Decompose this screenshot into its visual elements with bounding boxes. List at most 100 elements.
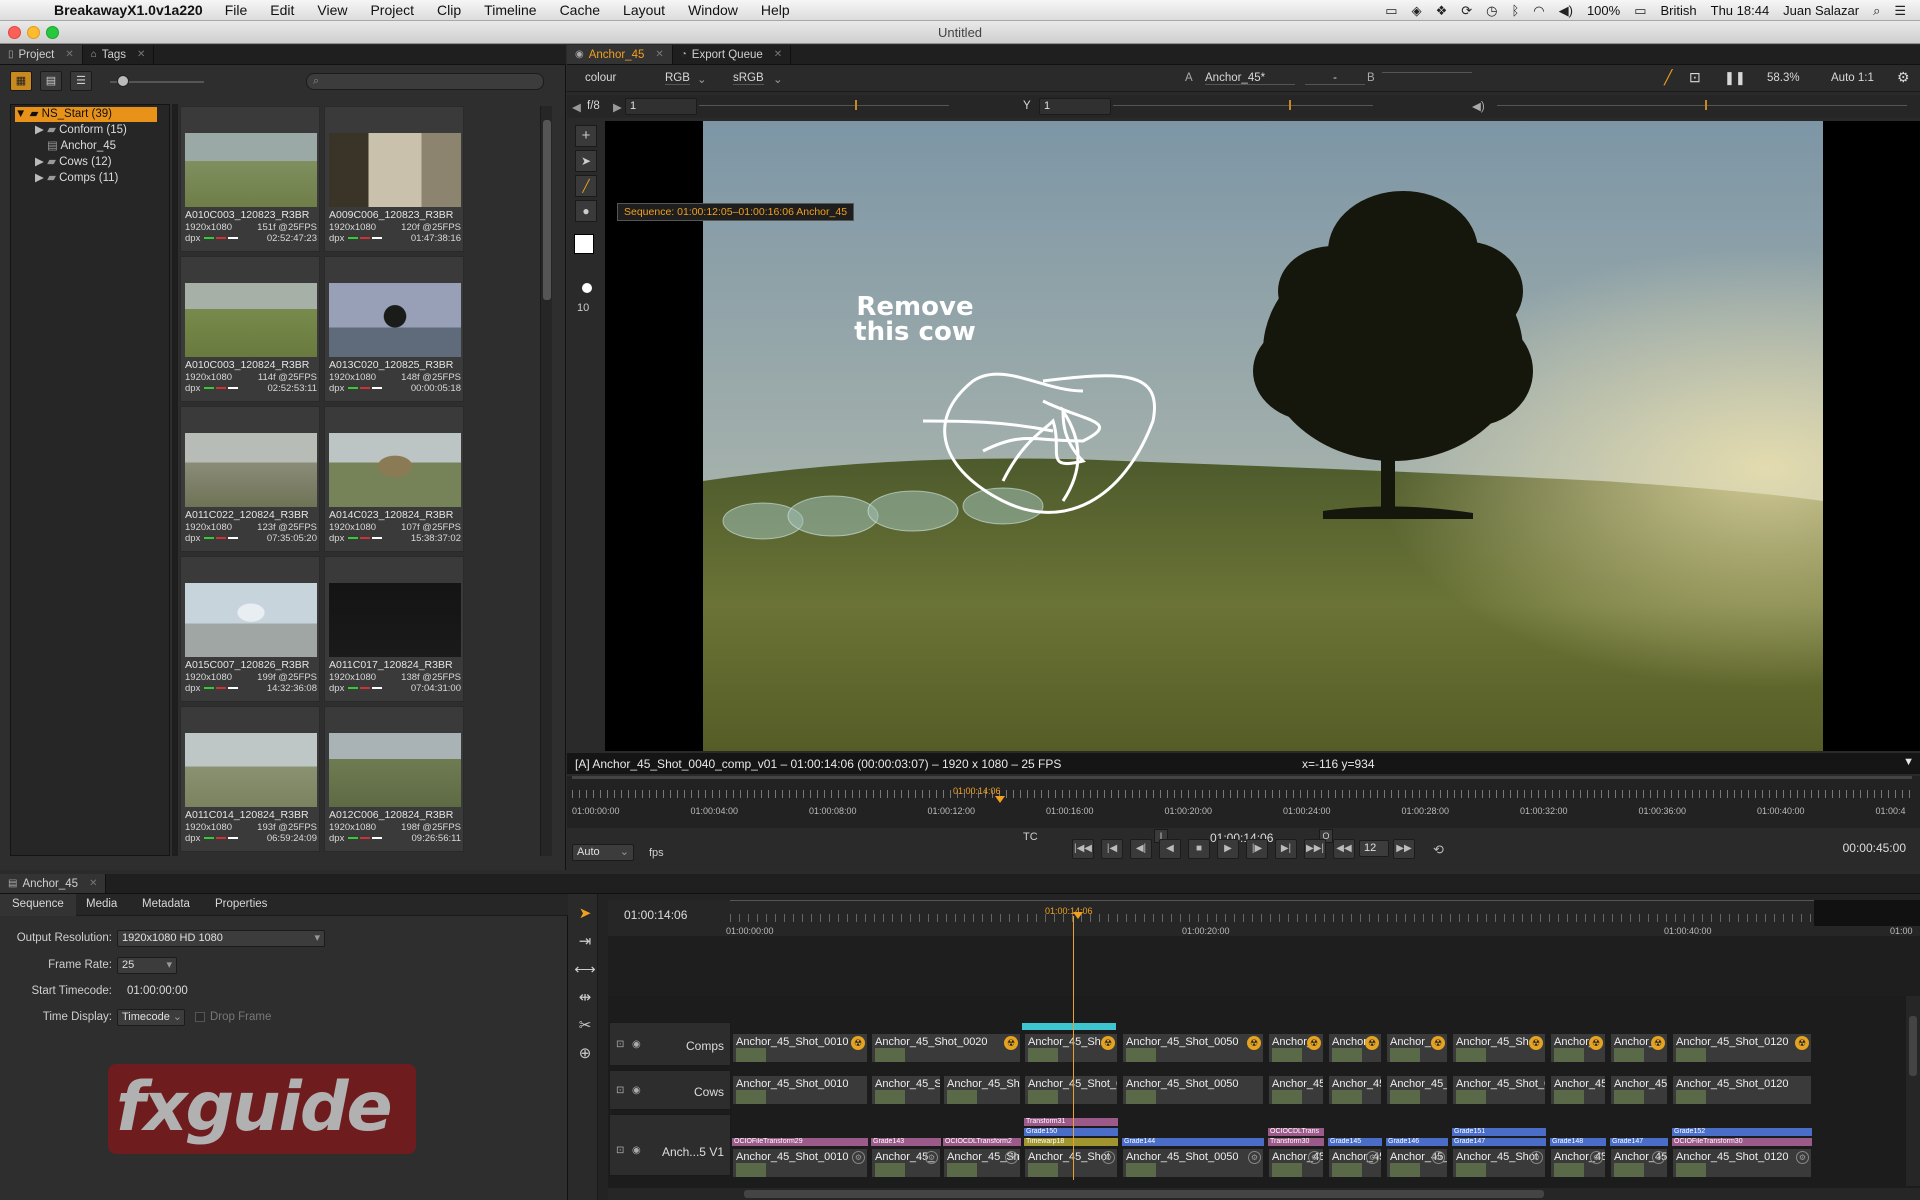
menubar-user[interactable]: Juan Salazar (1783, 3, 1859, 18)
viewer-image[interactable]: Remove this cow (703, 121, 1823, 751)
zoom-dropdown[interactable]: 58.3% (1767, 72, 1800, 84)
eraser-tool-icon[interactable]: ● (575, 200, 597, 222)
scrollbar-thumb[interactable] (1909, 1016, 1917, 1076)
battery-percent[interactable]: 100% (1587, 3, 1620, 18)
close-icon[interactable]: ✕ (137, 49, 145, 60)
menu-view[interactable]: View (317, 2, 347, 18)
timeline-clip[interactable]: Anchor_45 ⚙ (1550, 1148, 1606, 1178)
tree-item-anchor-45[interactable]: ▤ Anchor_45 (47, 139, 116, 154)
clip-thumbnail[interactable]: A010C003_120824_R3BR 1920x1080 114f @25FPS… (180, 256, 320, 402)
chevron-down-icon[interactable]: ▼ (1903, 756, 1914, 768)
track-header-v1[interactable]: ⊡ ◉ Anch...5 V1 (609, 1114, 731, 1176)
subtab-properties[interactable]: Properties (215, 898, 267, 910)
clip-thumbnail[interactable]: A011C014_120824_R3BR 1920x1080 193f @25FPS… (180, 706, 320, 852)
colour-mode-label[interactable]: colour (585, 72, 616, 84)
effect-label[interactable]: Grade151 (1452, 1128, 1546, 1136)
effect-label[interactable]: Transform31 (1024, 1118, 1118, 1126)
eye-icon[interactable]: ◉ (632, 1145, 641, 1156)
bluetooth-icon[interactable]: ᛒ (1511, 3, 1519, 18)
effect-label[interactable]: OCIOCDLTrans (1268, 1128, 1324, 1136)
tree-item-comps[interactable]: ▶ ▰ Comps (11) (35, 171, 118, 186)
tree-item-conform[interactable]: ▶ ▰ Conform (15) (35, 123, 127, 138)
paint-color-swatch[interactable] (574, 234, 594, 254)
disclosure-open-icon[interactable]: ▼ (15, 108, 26, 120)
lock-icon[interactable]: ⊡ (616, 1145, 624, 1156)
eye-icon[interactable]: ◉ (632, 1085, 641, 1096)
track-forward-select-icon[interactable]: ⇥ (574, 932, 596, 954)
frame-rate-dropdown[interactable]: 25 ▾ (117, 957, 177, 974)
clip-thumbnail[interactable]: A009C006_120823_R3BR 1920x1080 120f @25FPS… (324, 106, 464, 252)
slip-tool-icon[interactable]: ⟷ (574, 960, 596, 982)
effect-label[interactable]: Grade148 (1550, 1138, 1606, 1146)
y-gamma-slider[interactable] (1113, 105, 1373, 106)
timeline-ticks[interactable] (730, 900, 1920, 926)
track-header-comps[interactable]: ⊡ ◉ Comps (609, 1022, 731, 1066)
next-edit-icon[interactable]: ▶| (1275, 839, 1297, 859)
timeline-clip[interactable]: Anchor_45 (1268, 1075, 1324, 1105)
menu-cache[interactable]: Cache (560, 2, 600, 18)
timeline-clip[interactable]: Anchor_ ☢ (1268, 1033, 1324, 1063)
timeline-clip[interactable]: Anchor_45_ ⚙ (1610, 1148, 1668, 1178)
timeline-clip[interactable]: Anchor_45 ⚙ (1268, 1148, 1324, 1178)
play-back-icon[interactable]: ◀ (572, 100, 581, 114)
loop-icon[interactable]: ⟲ (1433, 842, 1444, 858)
disclosure-closed-icon[interactable]: ▶ (35, 156, 44, 168)
timeline-clip[interactable]: Anchor_45_Shot ⚙ (1452, 1148, 1546, 1178)
timeline-clip[interactable]: Anchor_45_Shot_0120 (1672, 1075, 1812, 1105)
scale-dropdown[interactable]: Auto 1:1 (1831, 72, 1874, 84)
input-source[interactable]: British (1661, 3, 1697, 18)
timeline-clip[interactable]: Anchor_45 (1328, 1075, 1382, 1105)
tab-anchor-45[interactable]: ◉ Anchor_45 ✕ (567, 45, 673, 64)
clip-thumbnail[interactable]: A013C020_120825_R3BR 1920x1080 148f @25FPS… (324, 256, 464, 402)
close-window-button[interactable] (8, 26, 21, 39)
timeline-clip[interactable]: Anchor_45_Shot_0120 ⚙ (1672, 1148, 1812, 1178)
timeline-clip[interactable]: Anchor_45_Shot_0010 ⚙ (732, 1148, 868, 1178)
clip-thumbnail[interactable]: A014C023_120824_R3BR 1920x1080 107f @25FPS… (324, 406, 464, 552)
timeline-clip[interactable]: Anchor_45_Shot_0( (1452, 1075, 1546, 1105)
channels-dropdown[interactable]: RGB (665, 72, 690, 85)
menu-layout[interactable]: Layout (623, 2, 665, 18)
close-icon[interactable]: ✕ (655, 49, 663, 60)
y-gamma-slider-handle[interactable] (1289, 100, 1291, 110)
timeline-clip[interactable]: Anchor_45_Shot_0050 ⚙ (1122, 1148, 1264, 1178)
close-icon[interactable]: ✕ (65, 49, 73, 60)
effect-label[interactable]: Timewarp18 (1024, 1138, 1118, 1146)
effect-label[interactable]: Grade150 (1024, 1128, 1118, 1136)
stop-icon[interactable]: ■ (1188, 839, 1210, 859)
tree-item-ns-start[interactable]: ▼ ▰ NS_Start (39) (15, 107, 112, 122)
track-header-cows[interactable]: ⊡ ◉ Cows (609, 1070, 731, 1110)
step-back-icon[interactable]: ◀| (1130, 839, 1152, 859)
add-tool-button[interactable]: + (575, 125, 597, 147)
y-gamma-field[interactable]: 1 (1039, 98, 1111, 115)
menu-window[interactable]: Window (688, 2, 738, 18)
timeline-clip[interactable]: Anchor_45_Shot_0( (1024, 1075, 1118, 1105)
play-reverse-icon[interactable]: ◀ (1159, 839, 1181, 859)
notification-center-icon[interactable]: ☰ (1894, 3, 1906, 19)
clip-thumbnail[interactable]: A010C003_120823_R3BR 1920x1080 151f @25FPS… (180, 106, 320, 252)
volume-slider[interactable] (1497, 105, 1907, 106)
select-arrow-icon[interactable]: ➤ (574, 904, 596, 926)
step-back-by-icon[interactable]: ◀◀ (1333, 839, 1355, 859)
sync-icon[interactable]: ⟳ (1461, 3, 1472, 19)
thumbnail-view-button[interactable]: ▦ (10, 71, 32, 91)
timeline-clip[interactable]: Anchor_4 ☢ (1550, 1033, 1606, 1063)
subtab-sequence[interactable]: Sequence (12, 898, 64, 910)
zoom-window-button[interactable] (46, 26, 59, 39)
lock-icon[interactable]: ⊡ (616, 1085, 624, 1096)
clip-thumbnail[interactable]: A011C022_120824_R3BR 1920x1080 123f @25FPS… (180, 406, 320, 552)
fps-mode-dropdown[interactable]: Auto ⌄ (572, 844, 634, 861)
timeline-clip[interactable]: Anchor_ ☢ (1328, 1033, 1382, 1063)
timeline-clip[interactable]: Anchor_45_Sl (1386, 1075, 1448, 1105)
step-forward-icon[interactable]: |▶ (1246, 839, 1268, 859)
timeline-v-scrollbar[interactable] (1906, 996, 1920, 1186)
go-to-end-icon[interactable]: ▶▶| (1304, 839, 1326, 859)
tc-mode-dropdown[interactable]: TC (1023, 831, 1038, 843)
clock-icon[interactable]: ◷ (1486, 3, 1497, 19)
timeline-clip[interactable]: Anchor_45_ (1610, 1075, 1668, 1105)
in-out-range-marker[interactable] (1022, 1023, 1116, 1030)
subtab-media[interactable]: Media (86, 898, 117, 910)
globe-icon[interactable]: ⊕ (574, 1044, 596, 1066)
effect-label[interactable]: Grade147 (1610, 1138, 1668, 1146)
eye-icon[interactable]: ◉ (632, 1039, 641, 1050)
timeline-h-scrollbar[interactable] (608, 1188, 1920, 1200)
